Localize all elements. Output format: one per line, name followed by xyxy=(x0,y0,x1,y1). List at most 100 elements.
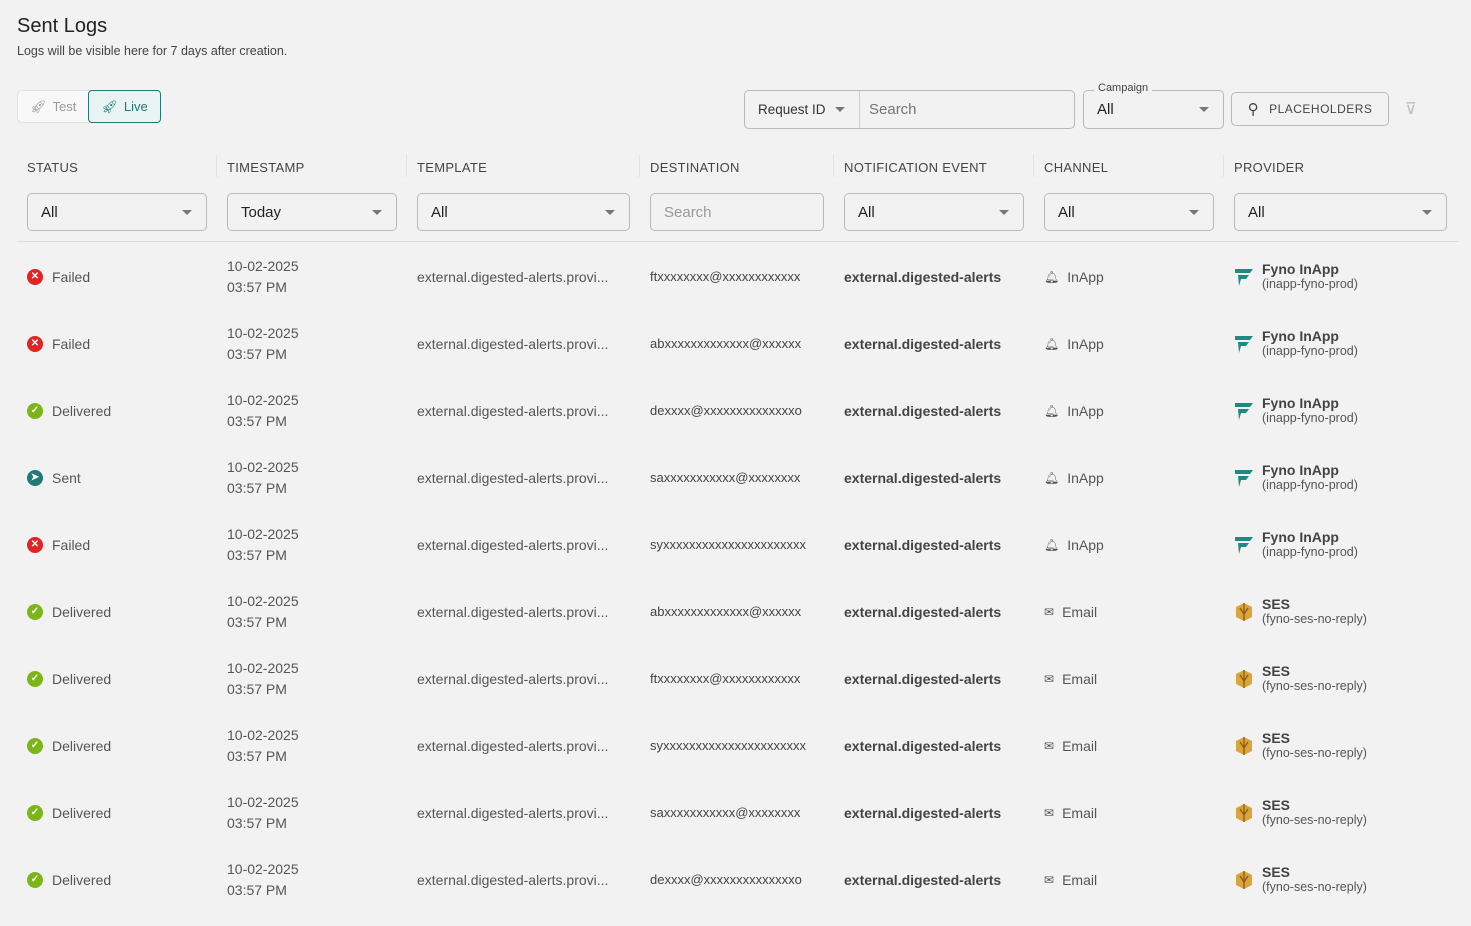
notification-event[interactable]: external.digested-alerts xyxy=(844,846,1001,913)
notification-event[interactable]: external.digested-alerts xyxy=(844,712,1001,779)
provider-filter-select[interactable]: All xyxy=(1234,193,1447,231)
provider-name: Fyno InApp xyxy=(1262,395,1339,411)
placeholders-button[interactable]: ⚲ PLACEHOLDERS xyxy=(1231,92,1389,126)
chevron-down-icon xyxy=(1199,107,1209,112)
provider-id: (fyno-ses-no-reply) xyxy=(1262,679,1367,693)
status-text: Delivered xyxy=(52,871,112,888)
destination: ftxxxxxxxx@xxxxxxxxxxxx xyxy=(650,269,801,284)
template-name[interactable]: external.digested-alerts.provi... xyxy=(417,712,632,779)
destination: dexxxx@xxxxxxxxxxxxxxo xyxy=(650,403,802,418)
status-filter-select[interactable]: All xyxy=(27,193,207,231)
mail-icon: ✉ xyxy=(1044,604,1055,619)
check-circle-icon: ✓ xyxy=(27,670,43,687)
table-row[interactable]: ✕ Failed 10-02-2025 03:57 PM external.dige… xyxy=(17,310,1458,377)
provider-id: (inapp-fyno-prod) xyxy=(1262,478,1358,492)
column-header[interactable]: CHANNEL xyxy=(1044,160,1108,175)
fyno-logo-icon xyxy=(1235,402,1253,420)
notification-event[interactable]: external.digested-alerts xyxy=(844,377,1001,444)
provider-id: (inapp-fyno-prod) xyxy=(1262,545,1358,559)
template-filter-select[interactable]: All xyxy=(417,193,630,231)
column-separator xyxy=(639,155,640,177)
check-circle-icon: ✓ xyxy=(27,402,43,419)
template-name[interactable]: external.digested-alerts.provi... xyxy=(417,779,632,846)
table-row[interactable]: ✕ Failed 10-02-2025 03:57 PM external.dige… xyxy=(17,243,1458,310)
fyno-logo-icon xyxy=(1235,268,1253,286)
request-search-input[interactable] xyxy=(860,101,1070,118)
channel-name: InApp xyxy=(1067,335,1104,352)
date: 10-02-2025 xyxy=(227,860,299,877)
channel-name: Email xyxy=(1062,670,1098,687)
column-header[interactable]: TEMPLATE xyxy=(417,160,487,175)
notification-event[interactable]: external.digested-alerts xyxy=(844,578,1001,645)
mail-icon: ✉ xyxy=(1044,805,1055,820)
campaign-label: Campaign xyxy=(1094,82,1153,94)
time: 03:57 PM xyxy=(227,412,287,429)
page-subtitle: Logs will be visible here for 7 days aft… xyxy=(17,44,288,58)
provider-name: Fyno InApp xyxy=(1262,261,1339,277)
event-filter-select[interactable]: All xyxy=(844,193,1024,231)
notification-event[interactable]: external.digested-alerts xyxy=(844,310,1001,377)
template-name[interactable]: external.digested-alerts.provi... xyxy=(417,377,632,444)
channel-name: InApp xyxy=(1067,402,1104,419)
chevron-down-icon xyxy=(1189,209,1199,215)
rocket-icon: 🚀︎ xyxy=(30,98,47,114)
template-name[interactable]: external.digested-alerts.provi... xyxy=(417,444,632,511)
template-name[interactable]: external.digested-alerts.provi... xyxy=(417,310,632,377)
check-circle-icon: ✓ xyxy=(27,804,43,821)
chevron-down-icon xyxy=(182,209,192,215)
column-header[interactable]: NOTIFICATION EVENT xyxy=(844,160,987,175)
column-header[interactable]: DESTINATION xyxy=(650,160,740,175)
table-row[interactable]: ✓ Delivered 10-02-2025 03:57 PM external.d… xyxy=(17,377,1458,444)
date: 10-02-2025 xyxy=(227,726,299,743)
table-row[interactable]: ✓ Delivered 10-02-2025 03:57 PM external.d… xyxy=(17,578,1458,645)
date: 10-02-2025 xyxy=(227,458,299,475)
request-search-group: Request ID xyxy=(744,90,1075,129)
notification-event[interactable]: external.digested-alerts xyxy=(844,444,1001,511)
live-mode-button[interactable]: 🚀︎ Live xyxy=(88,90,161,123)
column-header[interactable]: STATUS xyxy=(27,160,78,175)
provider-id: (inapp-fyno-prod) xyxy=(1262,277,1358,291)
aws-ses-logo-icon xyxy=(1236,602,1252,621)
check-circle-icon: ✓ xyxy=(27,737,43,754)
channel-name: Email xyxy=(1062,804,1098,821)
table-row[interactable]: ✓ Delivered 10-02-2025 03:57 PM external.d… xyxy=(17,779,1458,846)
table-row[interactable]: ➤ Sent 10-02-2025 03:57 PM external.digest… xyxy=(17,444,1458,511)
date: 10-02-2025 xyxy=(227,257,299,274)
aws-ses-logo-icon xyxy=(1236,736,1252,755)
column-header[interactable]: TIMESTAMP xyxy=(227,160,305,175)
timestamp-filter-select[interactable]: Today xyxy=(227,193,397,231)
channel-name: InApp xyxy=(1067,536,1104,553)
notification-event[interactable]: external.digested-alerts xyxy=(844,511,1001,578)
test-mode-button[interactable]: 🚀︎ Test xyxy=(18,91,88,122)
status-text: Failed xyxy=(52,335,91,352)
table-row[interactable]: ✓ Delivered 10-02-2025 03:57 PM external.d… xyxy=(17,712,1458,779)
table-row[interactable]: ✓ Delivered 10-02-2025 03:57 PM external.d… xyxy=(17,846,1458,913)
notification-event[interactable]: external.digested-alerts xyxy=(844,243,1001,310)
template-name[interactable]: external.digested-alerts.provi... xyxy=(417,846,632,913)
date: 10-02-2025 xyxy=(227,793,299,810)
request-type-select[interactable]: Request ID xyxy=(745,91,860,128)
time: 03:57 PM xyxy=(227,479,287,496)
template-name[interactable]: external.digested-alerts.provi... xyxy=(417,645,632,712)
table-row[interactable]: ✕ Failed 10-02-2025 03:57 PM external.dige… xyxy=(17,511,1458,578)
aws-ses-logo-icon xyxy=(1236,803,1252,822)
filter-off-icon[interactable]: ⊽ xyxy=(1405,99,1417,119)
template-name[interactable]: external.digested-alerts.provi... xyxy=(417,511,632,578)
template-name[interactable]: external.digested-alerts.provi... xyxy=(417,243,632,310)
column-header[interactable]: PROVIDER xyxy=(1234,160,1304,175)
template-name[interactable]: external.digested-alerts.provi... xyxy=(417,578,632,645)
search-icon: ⚲ xyxy=(1247,101,1260,118)
column-separator xyxy=(833,155,834,177)
channel-filter-select[interactable]: All xyxy=(1044,193,1214,231)
campaign-select[interactable]: Campaign All xyxy=(1083,82,1224,129)
column-separator xyxy=(1033,155,1034,177)
time: 03:57 PM xyxy=(227,680,287,697)
notification-event[interactable]: external.digested-alerts xyxy=(844,779,1001,846)
chevron-down-icon xyxy=(835,107,845,112)
notification-event[interactable]: external.digested-alerts xyxy=(844,645,1001,712)
table-row[interactable]: ✓ Delivered 10-02-2025 03:57 PM external.d… xyxy=(17,645,1458,712)
destination-search-input[interactable]: Search xyxy=(650,193,824,231)
aws-ses-logo-icon xyxy=(1236,669,1252,688)
channel-name: Email xyxy=(1062,871,1098,888)
destination: saxxxxxxxxxxx@xxxxxxxx xyxy=(650,470,801,485)
